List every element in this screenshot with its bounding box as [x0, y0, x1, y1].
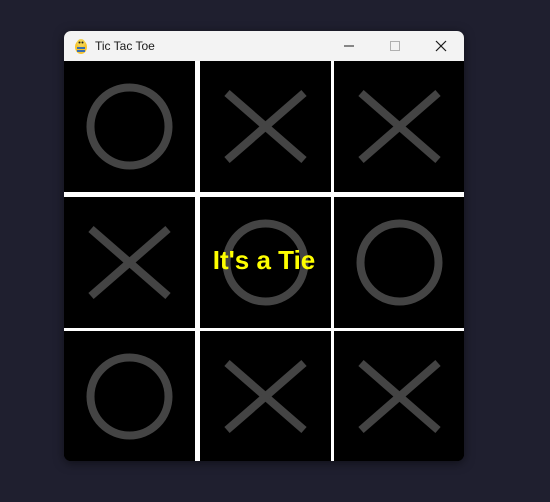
board-cell[interactable]: [200, 197, 331, 328]
game-window: Tic Tac Toe It's a Tie: [64, 31, 464, 461]
board-cell[interactable]: [64, 331, 195, 461]
x-mark-icon: [358, 359, 441, 434]
title-bar[interactable]: Tic Tac Toe: [64, 31, 464, 61]
o-mark-icon: [356, 219, 443, 306]
maximize-icon: [390, 41, 400, 51]
game-board: It's a Tie: [64, 61, 464, 461]
x-mark-icon: [358, 89, 441, 164]
minimize-icon: [344, 45, 354, 47]
x-mark-icon: [224, 89, 307, 164]
close-icon: [435, 40, 447, 52]
board-cell[interactable]: [334, 61, 464, 192]
x-mark-icon: [224, 359, 307, 434]
board-cell[interactable]: [64, 197, 195, 328]
board-cell[interactable]: [200, 331, 331, 461]
desktop: Tic Tac Toe It's a Tie: [0, 0, 550, 502]
board-cell[interactable]: [200, 61, 331, 192]
o-mark-icon: [86, 353, 173, 440]
board-cell[interactable]: [334, 197, 464, 328]
maximize-button[interactable]: [372, 31, 418, 61]
pygame-snake-icon: [72, 37, 90, 55]
close-button[interactable]: [418, 31, 464, 61]
board-cell[interactable]: [64, 61, 195, 192]
minimize-button[interactable]: [326, 31, 372, 61]
o-mark-icon: [86, 83, 173, 170]
board-cell[interactable]: [334, 331, 464, 461]
o-mark-icon: [222, 219, 309, 306]
window-title: Tic Tac Toe: [95, 39, 155, 53]
x-mark-icon: [88, 225, 171, 300]
